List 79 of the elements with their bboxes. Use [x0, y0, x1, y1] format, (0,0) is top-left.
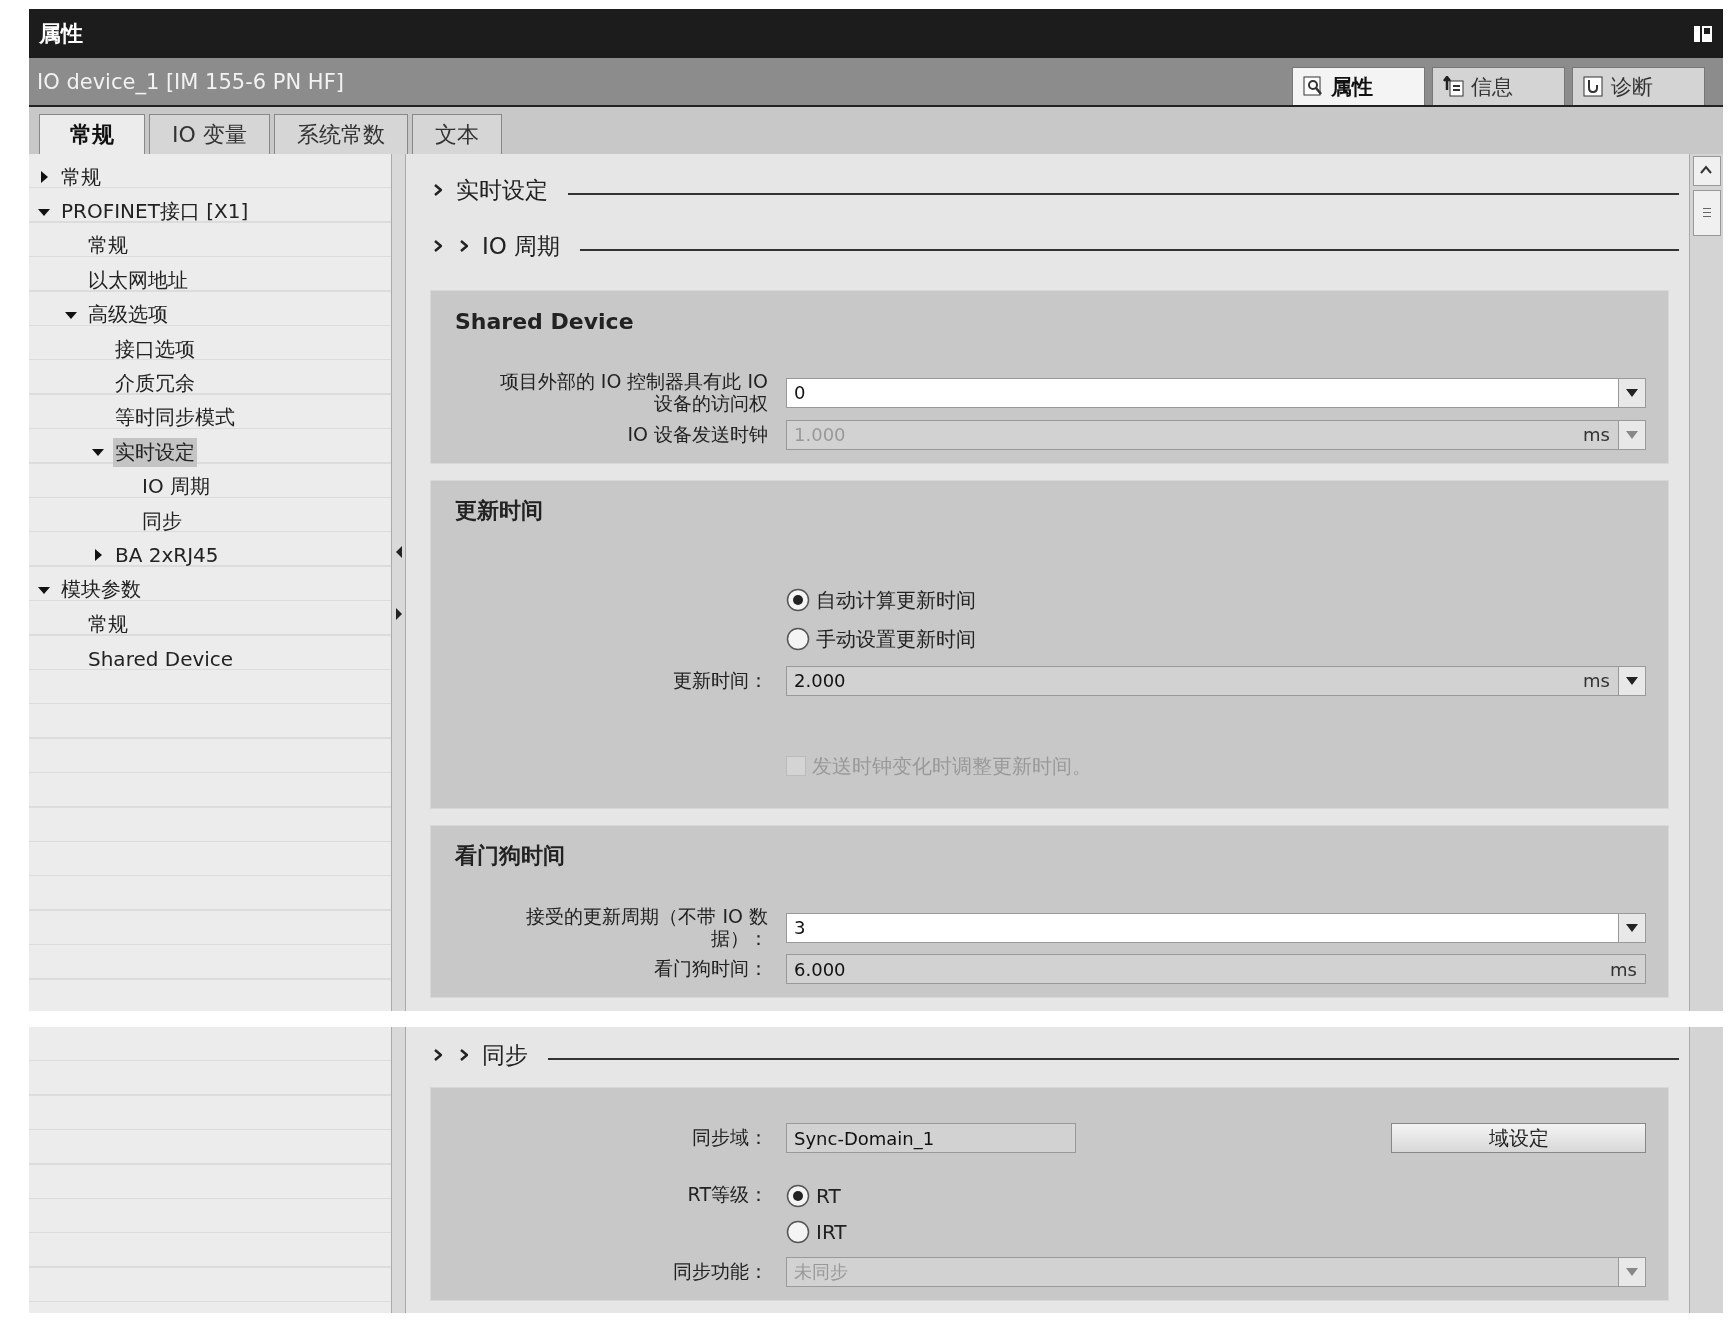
radio-label: RT: [816, 1184, 841, 1208]
dropdown-field[interactable]: 0: [786, 377, 1646, 408]
unit-label: ms: [1582, 424, 1611, 446]
field-label: IO 设备发送时钟: [627, 423, 769, 446]
panel-layout-icon[interactable]: [1693, 23, 1713, 44]
scroll-thumb[interactable]: [1692, 190, 1721, 236]
scroll-up-button[interactable]: [1692, 156, 1721, 186]
diagnostics-icon: [1583, 75, 1605, 98]
chevron-icon: [460, 1049, 468, 1061]
tree-item[interactable]: 以太网地址: [86, 265, 190, 295]
radio-button[interactable]: [786, 588, 810, 613]
chevron-icon: [460, 240, 468, 252]
radio-button[interactable]: [786, 1220, 810, 1244]
section-heading: IO 周期: [482, 231, 561, 261]
dropdown-arrow-icon: [1626, 1268, 1638, 1276]
dropdown-arrow-icon: [1626, 676, 1638, 685]
radio-label: 自动计算更新时间: [816, 586, 976, 614]
dropdown-arrow-icon: [1626, 430, 1638, 439]
dropdown-button[interactable]: [1618, 913, 1645, 942]
tree-item[interactable]: 高级选项: [86, 300, 170, 330]
tab[interactable]: 常规: [39, 114, 145, 154]
group-title: Shared Device: [455, 308, 634, 334]
group-title: 看门狗时间: [455, 841, 565, 870]
group-title: 更新时间: [455, 496, 543, 525]
expand-right-icon[interactable]: [394, 606, 403, 621]
chevron-icon: [434, 1049, 442, 1061]
tab[interactable]: 系统常数: [273, 114, 408, 154]
tree-item[interactable]: 接口选项: [113, 334, 197, 364]
inspector-tab[interactable]: 诊断: [1572, 67, 1705, 105]
tree-item[interactable]: 常规: [86, 231, 130, 261]
field-label: 项目外部的 IO 控制器具有此 IO 设备的访问权: [498, 371, 769, 415]
tree-item[interactable]: 实时设定: [113, 437, 197, 467]
tree-item[interactable]: 同步: [140, 506, 184, 536]
tab[interactable]: 文本: [411, 114, 502, 154]
radio-button[interactable]: [786, 627, 810, 652]
object-name: IO device_1 [IM 155-6 PN HF]: [37, 69, 344, 94]
dropdown-button[interactable]: [1618, 666, 1645, 695]
unit-label: ms: [1582, 670, 1611, 692]
inspector-tab[interactable]: 属性: [1292, 67, 1425, 105]
tree-item[interactable]: 等时同步模式: [113, 403, 237, 433]
info-arrow-icon: [1443, 75, 1465, 98]
tree-item[interactable]: 常规: [86, 609, 130, 639]
magnifier-document-icon: [1303, 75, 1325, 98]
field-label: RT等级：: [687, 1184, 769, 1206]
field-label: 同步域：: [692, 1127, 769, 1149]
input-field[interactable]: 6.000 ms: [786, 954, 1646, 985]
inspector-tab[interactable]: 信息: [1432, 67, 1565, 105]
section-heading: 同步: [482, 1040, 528, 1070]
section-heading: 实时设定: [456, 175, 548, 205]
field-label: 看门狗时间：: [654, 958, 769, 981]
panel-title: 属性: [39, 19, 83, 48]
scrollbar[interactable]: [1689, 154, 1723, 1011]
tree-item[interactable]: Shared Device: [86, 645, 236, 672]
tree-item[interactable]: IO 周期: [140, 472, 212, 502]
tree-item[interactable]: PROFINET接口 [X1]: [59, 197, 251, 227]
tree-item[interactable]: 常规: [59, 162, 103, 192]
radio-label: 手动设置更新时间: [816, 625, 976, 653]
tab[interactable]: IO 变量: [149, 114, 270, 154]
tree-item[interactable]: 模块参数: [59, 575, 143, 605]
dropdown-field[interactable]: 3: [786, 912, 1646, 943]
chevron-icon: [434, 240, 442, 252]
unit-label: ms: [1609, 958, 1638, 980]
input-field[interactable]: Sync-Domain_1: [786, 1123, 1076, 1153]
domain-settings-button[interactable]: 域设定: [1391, 1123, 1646, 1153]
grip-icon: [1702, 208, 1711, 217]
radio-button[interactable]: [786, 1184, 810, 1208]
chevron-icon: [434, 184, 442, 196]
tree-item[interactable]: BA 2xRJ45: [113, 542, 221, 569]
dropdown-field[interactable]: 2.000 ms: [786, 665, 1646, 696]
dropdown-button[interactable]: [1618, 378, 1645, 407]
scrollbar[interactable]: [1689, 1027, 1723, 1313]
field-label: 更新时间：: [673, 669, 769, 692]
dropdown-arrow-icon: [1626, 388, 1638, 397]
field-label: 接受的更新周期（不带 IO 数据）：: [525, 905, 769, 950]
collapse-left-icon[interactable]: [394, 544, 403, 559]
dropdown-arrow-icon: [1626, 923, 1638, 932]
field-label: 同步功能：: [673, 1261, 769, 1283]
tree-item[interactable]: 介质冗余: [113, 369, 197, 399]
radio-label: IRT: [816, 1220, 847, 1244]
